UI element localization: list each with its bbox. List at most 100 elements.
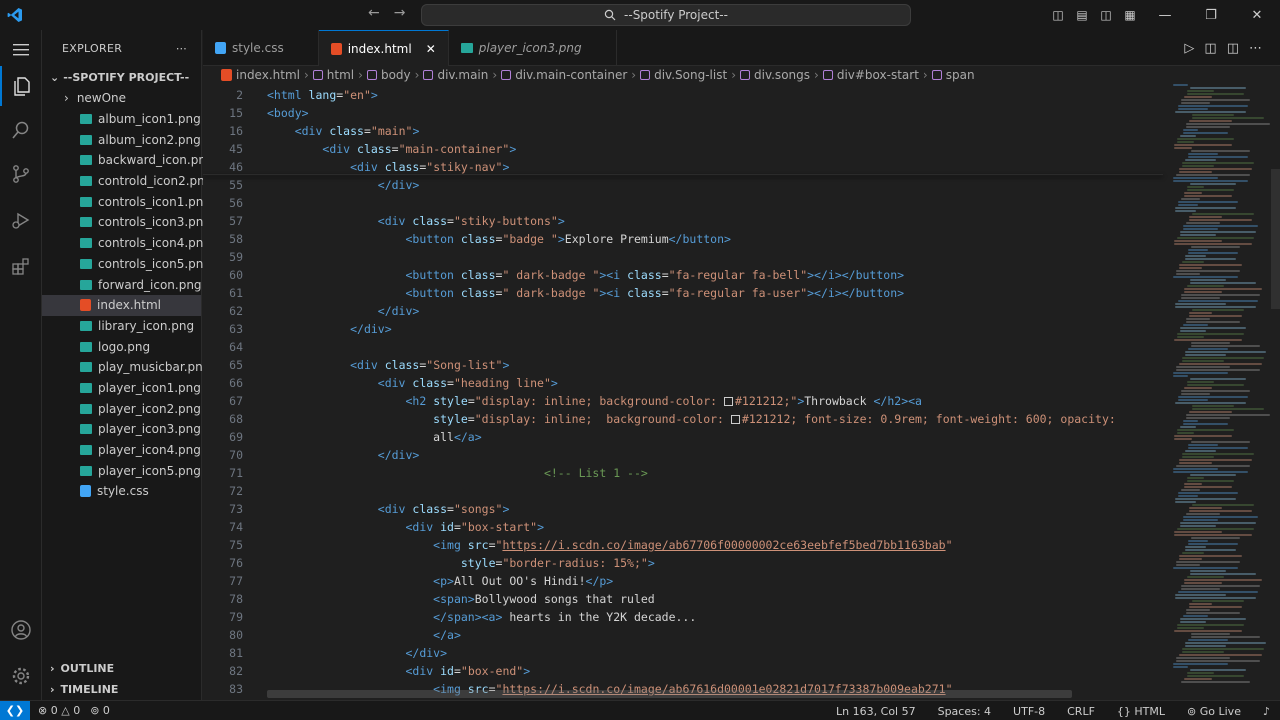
file-item[interactable]: index.html (42, 294, 201, 316)
code-line[interactable]: 73 <div class="songs"> (203, 500, 1163, 518)
line-ending[interactable]: CRLF (1067, 705, 1095, 718)
file-item[interactable]: player_icon5.png (42, 460, 201, 481)
extensions-icon[interactable] (0, 246, 42, 286)
close-window-button[interactable]: ✕ (1234, 0, 1280, 30)
file-item[interactable]: logo.png (42, 336, 201, 357)
code-line[interactable]: 64 (203, 338, 1163, 356)
accounts-icon[interactable] (0, 610, 42, 650)
code-line[interactable]: 70 </div> (203, 446, 1163, 464)
file-item[interactable]: controls_icon5.png (42, 254, 211, 275)
code-line[interactable]: 59 (203, 248, 1163, 266)
tab-css[interactable]: style.css (203, 30, 319, 66)
code-line[interactable]: 72 (203, 482, 1163, 500)
encoding[interactable]: UTF-8 (1013, 705, 1045, 718)
minimap[interactable] (1163, 84, 1270, 684)
go-live-button[interactable]: ⊚ Go Live (1187, 705, 1241, 718)
code-line[interactable]: 77 <p>All Out OO's Hindi!</p> (203, 572, 1163, 590)
toggle-primary-sidebar-icon[interactable]: ◫ (1046, 0, 1070, 30)
indentation[interactable]: Spaces: 4 (938, 705, 991, 718)
file-item[interactable]: album_icon2.png (42, 129, 201, 150)
code-editor[interactable]: 2 <html lang="en"> 15 <body> 16 <div class="… (203, 84, 1280, 700)
close-icon[interactable]: ✕ (426, 42, 436, 56)
code-line[interactable]: 15 <body> (203, 104, 1163, 122)
file-item[interactable]: album_icon1.png (42, 109, 201, 130)
code-line[interactable]: 46 <div class="stiky-nav"> (203, 158, 1163, 176)
code-line[interactable]: 75 <img src= "https://i.scdn.co/image/ab6… (203, 536, 1163, 554)
code-line[interactable]: 78 <span>Bollywood songs that ruled (203, 590, 1163, 608)
source-control-icon[interactable] (0, 154, 42, 194)
file-item[interactable]: play_musicbar.png (42, 357, 210, 378)
breadcrumb-item[interactable]: div#box-start (822, 68, 919, 82)
file-item[interactable]: player_icon4.png (42, 440, 201, 461)
ports-status[interactable]: ⊚ 0 (90, 704, 110, 717)
settings-gear-icon[interactable] (0, 656, 42, 696)
timeline-section[interactable]: › TIMELINE (42, 679, 202, 700)
code-line[interactable]: 60 <button class=" dark-badge "><i class… (203, 266, 1163, 284)
breadcrumb-item[interactable]: div.main-container (501, 68, 627, 82)
code-line[interactable]: 74 <div id="box-start"> (203, 518, 1163, 536)
file-item[interactable]: player_icon1.png (42, 378, 201, 399)
toggle-panel-icon[interactable]: ▤ (1070, 0, 1094, 30)
remote-indicator-icon[interactable]: ❮❯ (0, 700, 30, 720)
file-item[interactable]: controls_icon4.png (42, 233, 211, 254)
explorer-files-icon[interactable] (0, 66, 42, 106)
code-line[interactable]: 66 <div class="heading line"> (203, 374, 1163, 392)
file-item[interactable]: library_icon.png (42, 316, 201, 337)
code-line[interactable]: 71 <!-- List 1 --> (203, 464, 1163, 482)
run-debug-icon[interactable] (0, 200, 42, 240)
command-center-search[interactable]: --Spotify Project-- (421, 4, 911, 26)
code-line[interactable]: 76 style="border-radius: 15%;"> (203, 554, 1163, 572)
file-item[interactable]: forward_icon.png (42, 274, 202, 295)
forward-arrow-icon[interactable]: → (394, 5, 406, 21)
split-editor-icon[interactable]: ◫ (1227, 41, 1239, 56)
code-line[interactable]: 69 all</a> (203, 428, 1163, 446)
vertical-scrollbar[interactable] (1271, 84, 1280, 684)
file-item[interactable]: style.css (42, 481, 201, 502)
code-line[interactable]: 82 <div id="box-end"> (203, 662, 1163, 680)
tab-png[interactable]: player_icon3.png (449, 30, 617, 66)
horizontal-scrollbar[interactable] (267, 690, 1072, 698)
file-item[interactable]: controls_icon1.png (42, 191, 211, 212)
file-item[interactable]: backward_icon.png (42, 150, 214, 171)
more-actions-icon[interactable]: ⋯ (176, 42, 187, 55)
code-line[interactable]: 62 </div> (203, 302, 1163, 320)
maximize-button[interactable]: ❐ (1188, 0, 1234, 30)
breadcrumb-item[interactable]: html (312, 68, 354, 82)
notifications-bell-icon[interactable]: ♪ (1263, 705, 1270, 718)
minimize-button[interactable]: — (1142, 0, 1188, 30)
outline-section[interactable]: › OUTLINE (42, 658, 202, 679)
language-mode[interactable]: {} HTML (1117, 705, 1165, 718)
tab-html[interactable]: index.html ✕ (318, 30, 449, 66)
file-item[interactable]: player_icon2.png (42, 398, 201, 419)
customize-layout-icon[interactable]: ▦ (1118, 0, 1142, 30)
code-line[interactable]: 67 <h2 style="display: inline; backgroun… (203, 392, 1163, 410)
code-line[interactable]: 68 style="display: inline; background-co… (203, 410, 1163, 428)
back-arrow-icon[interactable]: ← (368, 5, 380, 21)
more-actions-icon[interactable]: ⋯ (1249, 41, 1262, 56)
breadcrumb-item[interactable]: index.html (221, 68, 300, 82)
code-line[interactable]: 55 </div> (203, 176, 1163, 194)
file-item[interactable]: player_icon3.png (42, 419, 201, 440)
file-item[interactable]: controls_icon3.png (42, 212, 211, 233)
breadcrumb-item[interactable]: body (366, 68, 411, 82)
color-swatch-icon[interactable] (730, 415, 740, 424)
code-line[interactable]: 16 <div class="main"> (203, 122, 1163, 140)
vertical-scroll-thumb[interactable] (1271, 169, 1280, 309)
breadcrumb-item[interactable]: div.Song-list (640, 68, 727, 82)
search-icon[interactable] (0, 110, 42, 150)
code-line[interactable]: 56 (203, 194, 1163, 212)
breadcrumb-item[interactable]: div.main (423, 68, 488, 82)
problems-status[interactable]: ⊗ 0 △ 0 (38, 704, 80, 717)
code-line[interactable]: 58 <button class="badge ">Explore Premiu… (203, 230, 1163, 248)
file-item[interactable]: › newOne (42, 88, 201, 109)
menu-icon[interactable] (0, 30, 42, 70)
run-icon[interactable]: ▷ (1184, 41, 1194, 56)
cursor-position[interactable]: Ln 163, Col 57 (836, 705, 916, 718)
code-line[interactable]: 79 </span><a> hearts in the Y2K decade..… (203, 608, 1163, 626)
file-item[interactable]: controld_icon2.png (42, 171, 212, 192)
code-line[interactable]: 80 </a> (203, 626, 1163, 644)
color-swatch-icon[interactable] (724, 397, 733, 406)
code-line[interactable]: 65 <div class="Song-list"> (203, 356, 1163, 374)
project-folder-header[interactable]: ⌄ --SPOTIFY PROJECT-- (42, 66, 201, 88)
code-line[interactable]: 63 </div> (203, 320, 1163, 338)
